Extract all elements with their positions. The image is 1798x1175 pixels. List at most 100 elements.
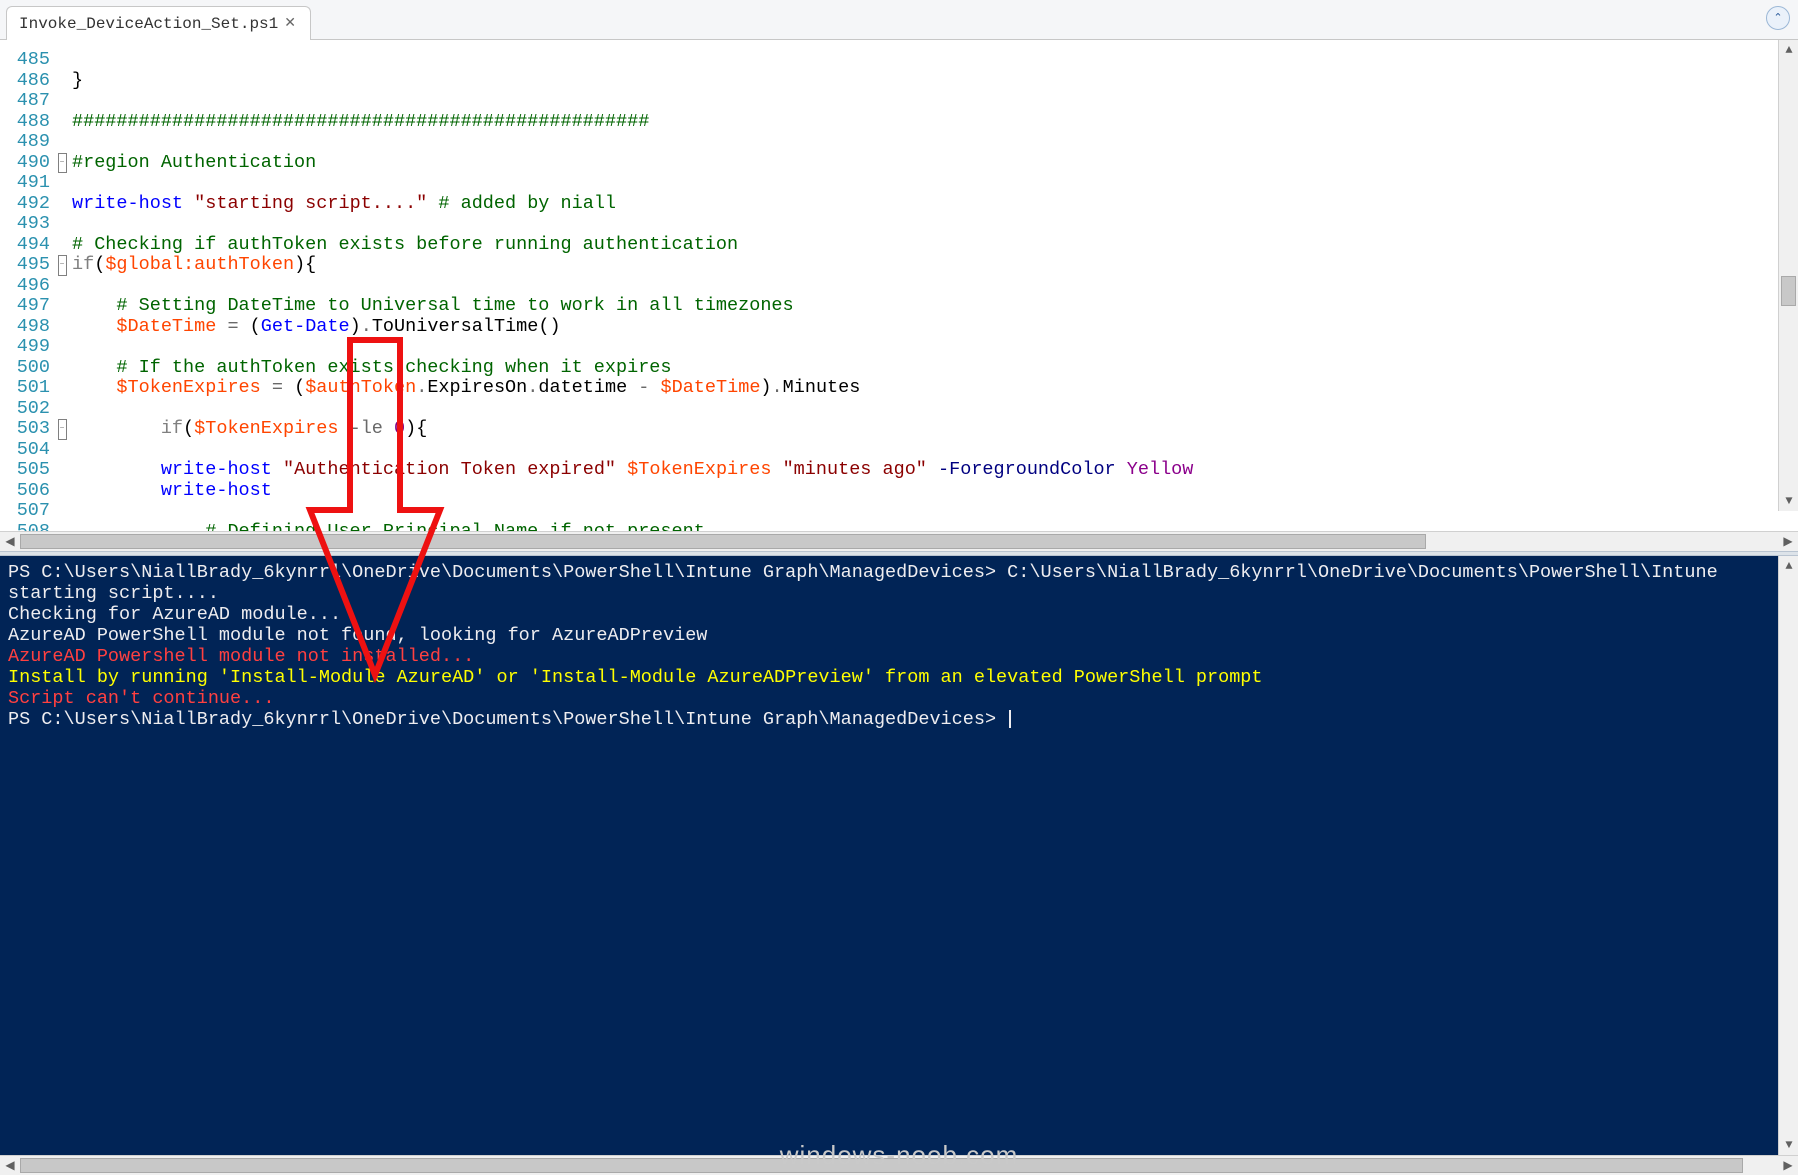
console-line: PS C:\Users\NiallBrady_6kynrrl\OneDrive\… — [8, 709, 1790, 730]
fold-slot — [56, 317, 68, 338]
fold-slot — [56, 501, 68, 522]
code-line[interactable] — [72, 440, 1798, 461]
scroll-track[interactable] — [20, 532, 1778, 551]
code-line[interactable]: # If the authToken exists checking when … — [72, 358, 1798, 379]
code-line[interactable] — [72, 337, 1798, 358]
line-number: 504 — [0, 440, 50, 461]
console-line: Checking for AzureAD module... — [8, 604, 1790, 625]
fold-slot — [56, 50, 68, 71]
code-line[interactable]: write-host — [72, 481, 1798, 502]
code-line[interactable] — [72, 214, 1798, 235]
fold-slot — [56, 214, 68, 235]
code-line[interactable]: $TokenExpires = ($authToken.ExpiresOn.da… — [72, 378, 1798, 399]
scroll-thumb[interactable] — [1781, 276, 1796, 306]
fold-slot — [56, 194, 68, 215]
code-line[interactable]: ########################################… — [72, 112, 1798, 133]
line-number: 489 — [0, 132, 50, 153]
line-number: 499 — [0, 337, 50, 358]
code-line[interactable] — [72, 399, 1798, 420]
code-line[interactable]: write-host "starting script...." # added… — [72, 194, 1798, 215]
fold-slot — [56, 132, 68, 153]
code-line[interactable] — [72, 50, 1798, 71]
editor-vscrollbar[interactable]: ▲ ▼ — [1778, 40, 1798, 511]
fold-slot — [56, 71, 68, 92]
line-number: 496 — [0, 276, 50, 297]
fold-slot: − — [56, 153, 68, 174]
scroll-track[interactable] — [20, 1156, 1778, 1175]
console-line: AzureAD Powershell module not installed.… — [8, 646, 1790, 667]
code-line[interactable]: write-host "Authentication Token expired… — [72, 460, 1798, 481]
collapse-pane-button[interactable]: ⌃ — [1766, 6, 1790, 30]
code-line[interactable]: $DateTime = (Get-Date).ToUniversalTime() — [72, 317, 1798, 338]
code-line[interactable] — [72, 132, 1798, 153]
code-line[interactable] — [72, 173, 1798, 194]
line-number: 494 — [0, 235, 50, 256]
scroll-thumb[interactable] — [20, 1158, 1743, 1173]
line-number: 502 — [0, 399, 50, 420]
scroll-up-icon[interactable]: ▲ — [1779, 40, 1798, 60]
line-number-gutter: 4854864874884894904914924934944954964974… — [0, 40, 56, 531]
fold-slot — [56, 235, 68, 256]
fold-collapse-icon[interactable]: − — [58, 419, 67, 440]
line-number: 497 — [0, 296, 50, 317]
fold-slot — [56, 460, 68, 481]
console-vscrollbar[interactable]: ▲ ▼ — [1778, 556, 1798, 1155]
scroll-down-icon[interactable]: ▼ — [1779, 491, 1798, 511]
fold-slot — [56, 112, 68, 133]
code-line[interactable]: if($TokenExpires -le 0){ — [72, 419, 1798, 440]
fold-collapse-icon[interactable]: − — [58, 255, 67, 276]
scroll-track[interactable] — [1779, 576, 1798, 1135]
fold-slot — [56, 358, 68, 379]
fold-slot — [56, 91, 68, 112]
scroll-thumb[interactable] — [20, 534, 1426, 549]
fold-slot — [56, 337, 68, 358]
line-number: 507 — [0, 501, 50, 522]
fold-slot — [56, 173, 68, 194]
fold-slot — [56, 399, 68, 420]
scroll-right-icon[interactable]: ▶ — [1778, 1156, 1798, 1175]
code-line[interactable]: if($global:authToken){ — [72, 255, 1798, 276]
fold-slot: − — [56, 419, 68, 440]
code-line[interactable]: # Setting DateTime to Universal time to … — [72, 296, 1798, 317]
console-line: Script can't continue... — [8, 688, 1790, 709]
console-line: AzureAD PowerShell module not found, loo… — [8, 625, 1790, 646]
console-line: starting script.... — [8, 583, 1790, 604]
scroll-left-icon[interactable]: ◀ — [0, 532, 20, 552]
scroll-left-icon[interactable]: ◀ — [0, 1156, 20, 1175]
code-line[interactable] — [72, 501, 1798, 522]
cursor-icon — [1009, 710, 1011, 728]
code-line[interactable] — [72, 91, 1798, 112]
code-line[interactable]: # Checking if authToken exists before ru… — [72, 235, 1798, 256]
fold-slot — [56, 276, 68, 297]
code-line[interactable]: } — [72, 71, 1798, 92]
line-number: 488 — [0, 112, 50, 133]
console-line: Install by running 'Install-Module Azure… — [8, 667, 1790, 688]
fold-slot — [56, 378, 68, 399]
fold-slot — [56, 440, 68, 461]
code-line[interactable]: # Defining User Principal Name if not pr… — [72, 522, 1798, 532]
scroll-up-icon[interactable]: ▲ — [1779, 556, 1798, 576]
editor-pane: 4854864874884894904914924934944954964974… — [0, 40, 1798, 551]
console-line: PS C:\Users\NiallBrady_6kynrrl\OneDrive\… — [8, 562, 1790, 583]
code-line[interactable]: #region Authentication — [72, 153, 1798, 174]
scroll-track[interactable] — [1779, 60, 1798, 491]
line-number: 486 — [0, 71, 50, 92]
fold-collapse-icon[interactable]: − — [58, 153, 67, 174]
console-output[interactable]: PS C:\Users\NiallBrady_6kynrrl\OneDrive\… — [0, 556, 1798, 1155]
console-hscrollbar[interactable]: ◀ ▶ — [0, 1155, 1798, 1175]
line-number: 503 — [0, 419, 50, 440]
fold-slot: − — [56, 255, 68, 276]
chevron-up-icon: ⌃ — [1773, 11, 1782, 25]
line-number: 487 — [0, 91, 50, 112]
code-editor[interactable]: 4854864874884894904914924934944954964974… — [0, 40, 1798, 531]
scroll-right-icon[interactable]: ▶ — [1778, 532, 1798, 552]
line-number: 501 — [0, 378, 50, 399]
scroll-down-icon[interactable]: ▼ — [1779, 1135, 1798, 1155]
close-icon[interactable]: ✕ — [284, 17, 298, 31]
console-pane: PS C:\Users\NiallBrady_6kynrrl\OneDrive\… — [0, 556, 1798, 1175]
editor-hscrollbar[interactable]: ◀ ▶ — [0, 531, 1798, 551]
code-area[interactable]: } #######################################… — [68, 40, 1798, 531]
tab-label: Invoke_DeviceAction_Set.ps1 — [19, 15, 278, 33]
code-line[interactable] — [72, 276, 1798, 297]
tab-script-file[interactable]: Invoke_DeviceAction_Set.ps1 ✕ — [6, 6, 311, 40]
